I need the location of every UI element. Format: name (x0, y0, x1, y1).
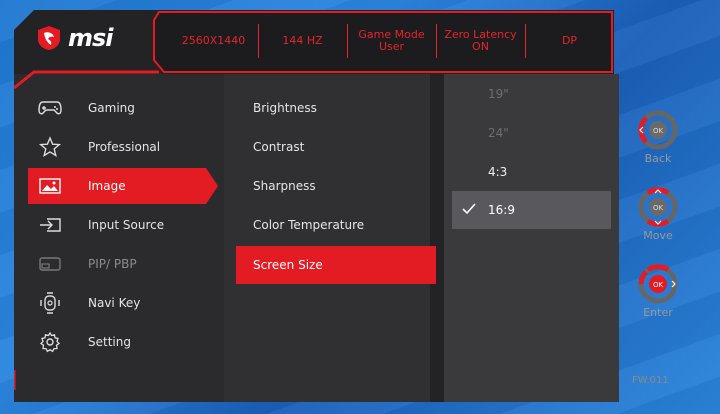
status-game-mode: Game Mode User (347, 10, 436, 72)
brand-name: msi (68, 24, 114, 52)
joystick-back-icon: OK (638, 110, 678, 150)
ok-label: OK (653, 127, 664, 135)
joystick-move-icon: OK (638, 187, 678, 227)
enter-label: Enter (643, 306, 673, 319)
status-input: DP (525, 10, 614, 72)
image-icon (30, 177, 70, 194)
pip-icon (30, 256, 70, 272)
status-bar: 2560X1440 144 HZ Game Mode User Zero Lat… (169, 10, 614, 72)
ok-label: OK (653, 281, 664, 289)
status-text: 144 HZ (282, 34, 323, 47)
input-source-icon (30, 217, 70, 233)
status-text: 2560X1440 (181, 34, 246, 47)
gamepad-icon (30, 100, 70, 116)
status-zero-latency: Zero Latency ON (436, 10, 525, 72)
option-label: 16:9 (488, 203, 515, 217)
option-24-inch[interactable]: 24" (444, 113, 619, 152)
menu-item-label: Setting (88, 334, 131, 349)
menu-item-gaming[interactable]: Gaming (14, 88, 214, 127)
submenu-item-contrast[interactable]: Contrast (236, 127, 436, 166)
menu-item-label: Professional (88, 139, 161, 154)
image-submenu: Brightness Contrast Sharpness Color Temp… (236, 88, 436, 284)
move-label: Move (643, 229, 673, 242)
back-label: Back (644, 152, 672, 165)
submenu-item-sharpness[interactable]: Sharpness (236, 166, 436, 205)
menu-item-label: PIP/ PBP (88, 256, 137, 271)
gear-icon (30, 331, 70, 353)
navi-key-icon (30, 291, 70, 314)
navigation-controls: OK Back OK Move OK Enter (612, 110, 704, 341)
back-control: OK Back (612, 110, 704, 165)
menu-item-pip-pbp[interactable]: PIP/ PBP (14, 244, 214, 283)
option-16-9[interactable]: 16:9 (452, 191, 611, 229)
status-value: ON (472, 40, 489, 53)
main-menu: Gaming Professional Image Input Source P… (14, 88, 218, 361)
checkmark-icon (462, 203, 476, 215)
enter-control: OK Enter (612, 264, 704, 319)
status-text: DP (561, 34, 578, 47)
status-resolution: 2560X1440 (169, 10, 258, 72)
submenu-item-brightness[interactable]: Brightness (236, 88, 436, 127)
submenu-item-screen-size[interactable]: Screen Size (236, 246, 436, 284)
osd-menu: msi 2560X1440 144 HZ Game Mode User Zero… (14, 10, 619, 402)
menu-item-label: Input Source (88, 217, 165, 232)
menu-item-setting[interactable]: Setting (14, 322, 214, 361)
firmware-version: FW.011 (632, 375, 669, 386)
menu-item-professional[interactable]: Professional (14, 127, 214, 166)
ok-label: OK (653, 204, 664, 212)
move-control: OK Move (612, 187, 704, 242)
msi-logo: msi (36, 24, 114, 52)
joystick-enter-icon: OK (638, 264, 678, 304)
menu-item-label: Gaming (88, 100, 135, 115)
menu-item-label: Image (88, 178, 126, 193)
menu-item-label: Navi Key (88, 295, 141, 310)
menu-item-navi-key[interactable]: Navi Key (14, 283, 214, 322)
status-value: User (378, 40, 405, 53)
option-4-3[interactable]: 4:3 (444, 152, 619, 191)
msi-dragon-icon (38, 26, 60, 50)
option-19-inch[interactable]: 19" (444, 74, 619, 113)
menu-item-image[interactable]: Image (14, 166, 218, 205)
status-refresh-rate: 144 HZ (258, 10, 347, 72)
screen-size-options: 19" 24" 4:3 16:9 (444, 74, 619, 402)
submenu-item-color-temperature[interactable]: Color Temperature (236, 205, 436, 244)
menu-item-input-source[interactable]: Input Source (14, 205, 214, 244)
star-icon (30, 135, 70, 158)
